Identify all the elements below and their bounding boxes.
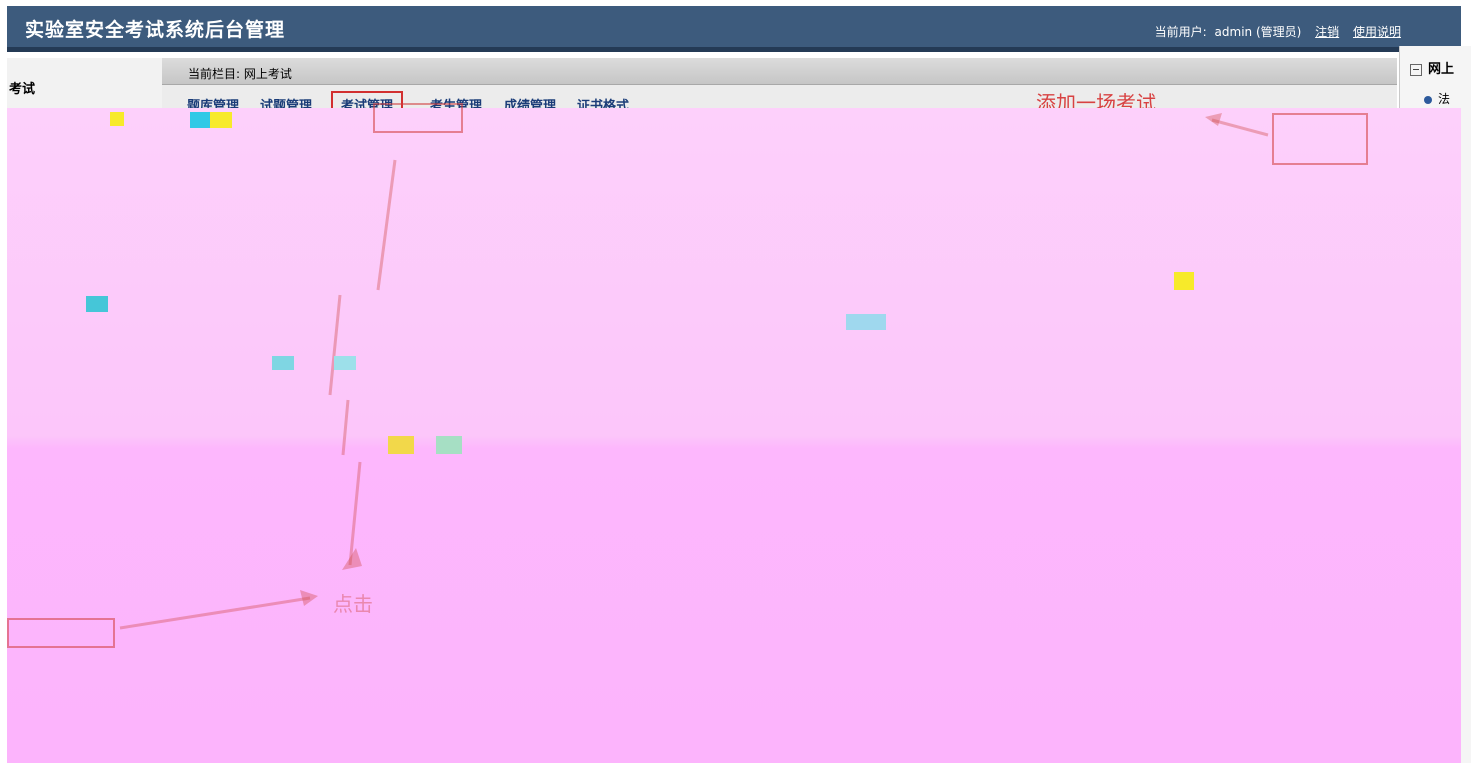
noise-block — [388, 436, 414, 454]
noise-block — [846, 314, 886, 330]
noise-block — [334, 356, 356, 370]
arrow-down-1 — [376, 159, 397, 291]
arrow-add-exam — [1211, 118, 1269, 137]
arrow-click — [119, 596, 311, 630]
arrowhead-add-exam — [1205, 113, 1222, 126]
noise-block — [210, 112, 232, 128]
noise-block — [110, 112, 124, 126]
noise-block — [436, 436, 462, 454]
arrow-down-2 — [328, 294, 342, 396]
arrowhead-click — [300, 590, 318, 606]
arrow-down-3 — [341, 399, 350, 456]
noise-block — [190, 112, 210, 128]
noise-block — [272, 356, 294, 370]
noise-block — [1174, 272, 1194, 290]
arrow-down-4 — [348, 461, 362, 566]
noise-block — [86, 296, 108, 312]
